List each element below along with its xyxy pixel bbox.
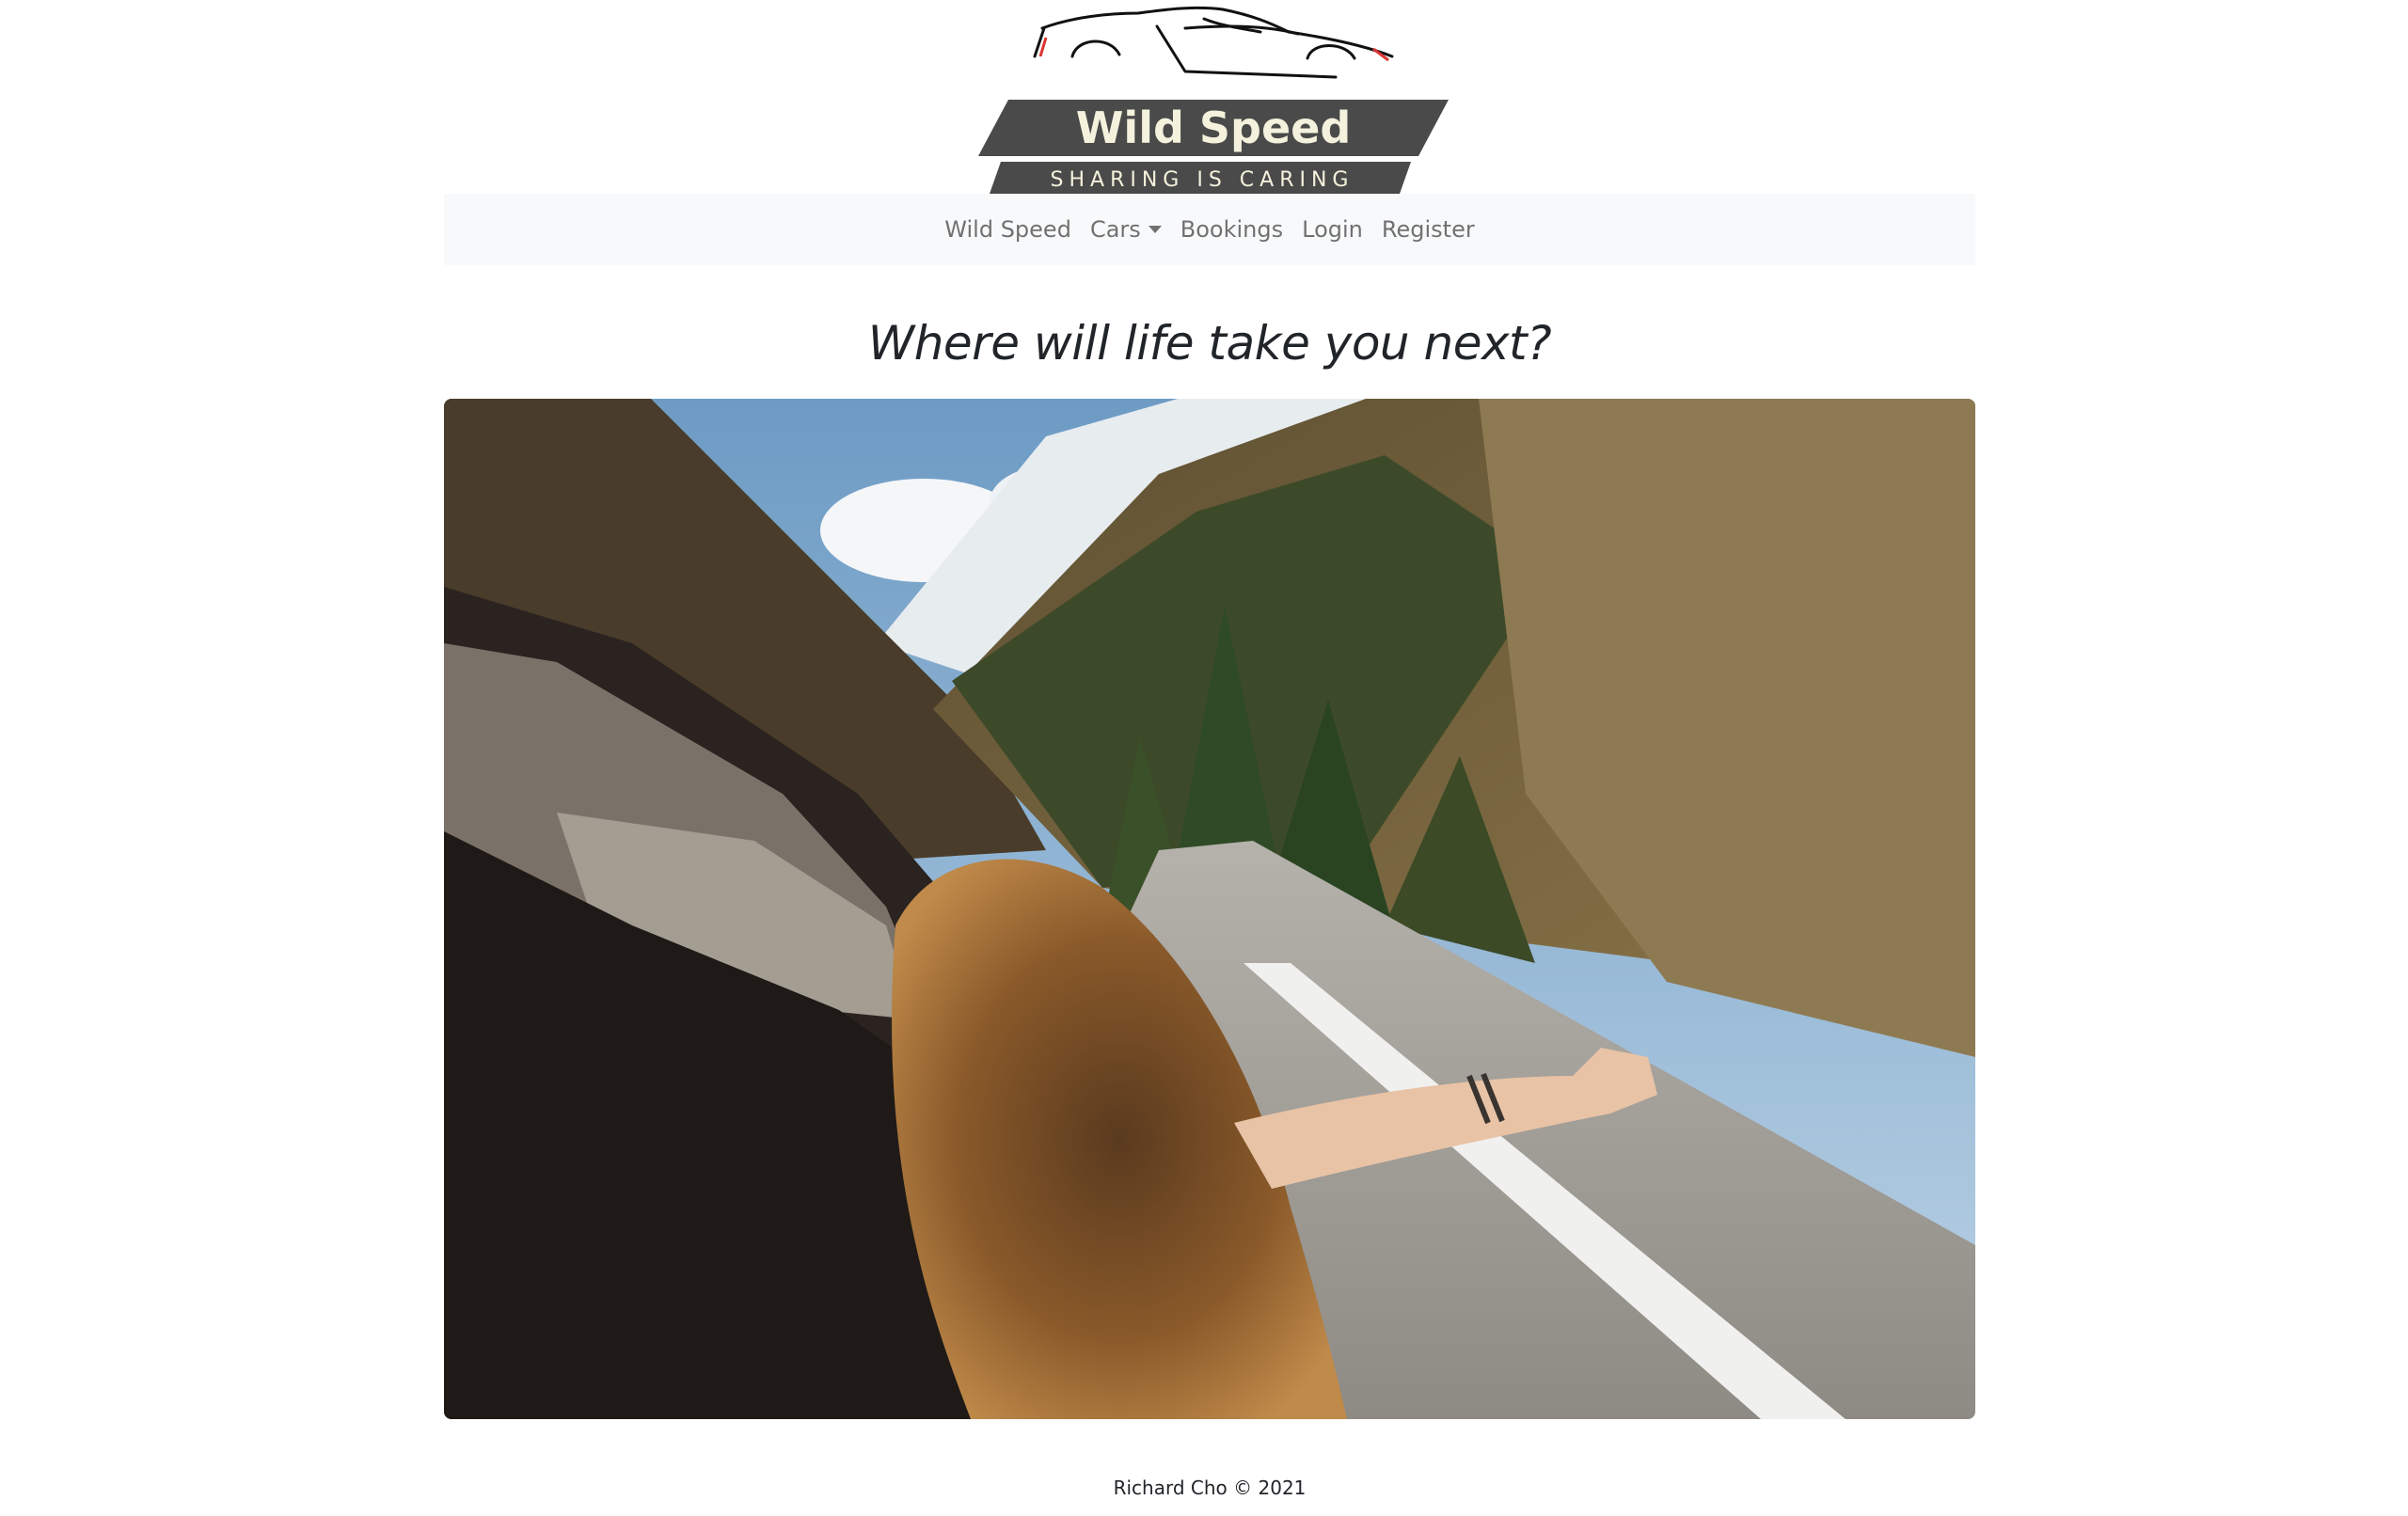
logo-graphic: Wild Speed SHARING IS CARING xyxy=(978,6,1449,194)
car-icon xyxy=(1033,6,1394,79)
nav-register-link[interactable]: Register xyxy=(1382,216,1475,243)
nav-login-link[interactable]: Login xyxy=(1302,216,1363,243)
brand-tagline: SHARING IS CARING xyxy=(1051,168,1354,192)
nav-cars-dropdown[interactable]: Cars xyxy=(1090,216,1162,243)
main-navbar: Wild Speed Cars Bookings Login Register xyxy=(444,194,1975,265)
nav-home-link[interactable]: Wild Speed xyxy=(944,216,1071,243)
page-headline: Where will life take you next? xyxy=(867,316,1552,371)
nav-bookings-link[interactable]: Bookings xyxy=(1180,216,1283,243)
brand-name: Wild Speed xyxy=(1076,103,1352,153)
chevron-down-icon xyxy=(1148,226,1162,233)
hero-image xyxy=(444,399,1975,1419)
page-footer: Richard Cho © 2021 xyxy=(1113,1477,1307,1499)
brand-logo[interactable]: Wild Speed SHARING IS CARING xyxy=(969,0,1458,194)
